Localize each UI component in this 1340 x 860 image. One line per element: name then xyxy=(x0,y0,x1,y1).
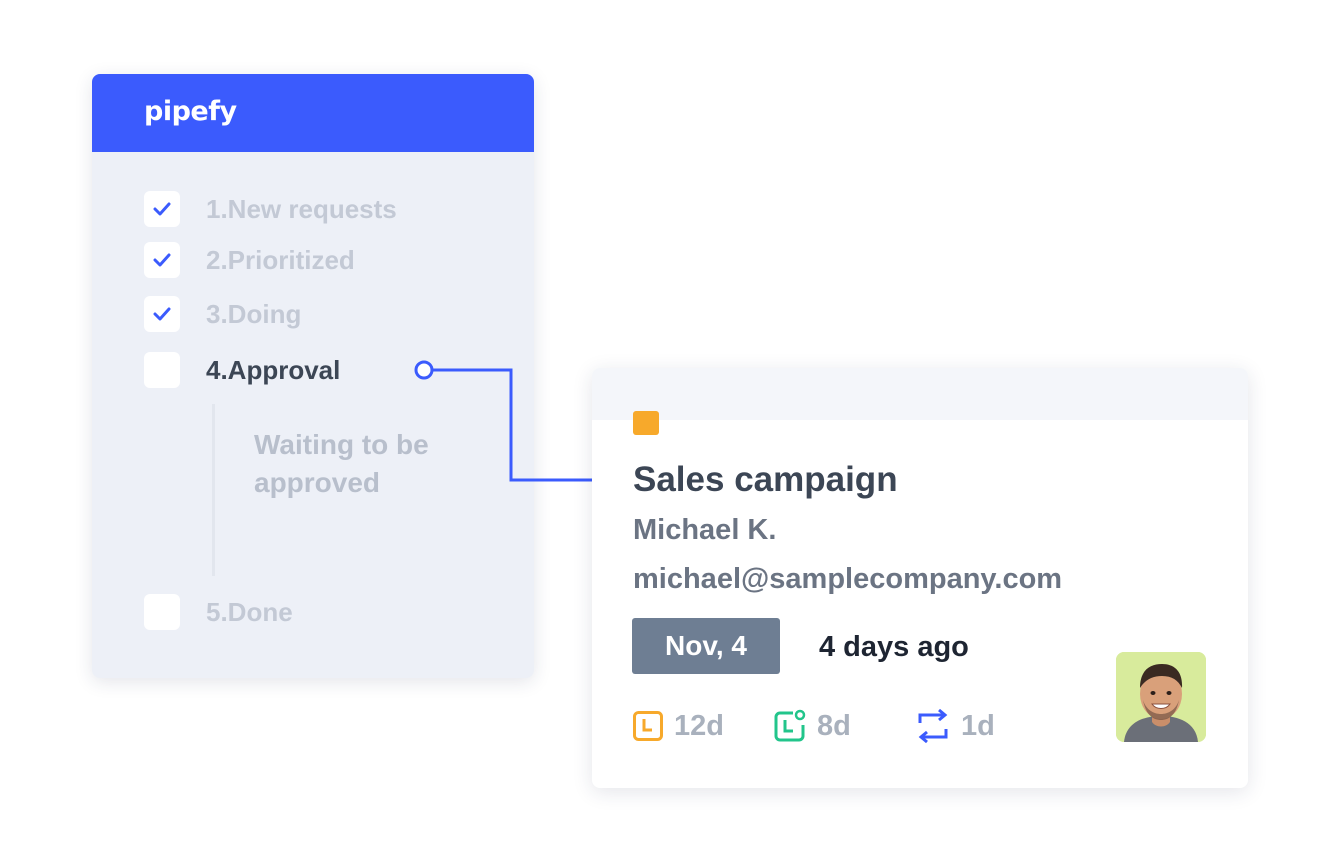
card-label-tag[interactable] xyxy=(633,411,659,435)
pipe-header: pipefy xyxy=(92,74,534,152)
phase-time-icon xyxy=(774,709,806,742)
card-title[interactable]: Sales campaign xyxy=(633,460,898,500)
card-email: michael@samplecompany.com xyxy=(633,563,1063,595)
pipefy-logo[interactable]: pipefy xyxy=(144,96,237,127)
phase-checkbox[interactable] xyxy=(144,296,180,332)
phase-checkbox[interactable] xyxy=(144,594,180,630)
assignee-avatar[interactable] xyxy=(1116,652,1206,742)
metric-value: 12d xyxy=(674,709,724,742)
repeat-icon xyxy=(918,709,948,743)
card-header-strip xyxy=(592,368,1248,420)
substatus-divider xyxy=(212,404,215,576)
relative-date: 4 days ago xyxy=(819,631,969,663)
metric-phase-time: 8d xyxy=(773,706,851,746)
phase-doing[interactable]: 3.Doing xyxy=(144,296,301,332)
phase-label: 1.New requests xyxy=(206,193,397,224)
check-icon xyxy=(153,253,171,267)
phase-label: 5.Done xyxy=(206,596,293,627)
check-icon xyxy=(153,202,171,216)
phase-approval[interactable]: 4.Approval xyxy=(144,352,340,388)
metric-cycle-time: 1d xyxy=(915,706,995,746)
user-avatar-icon xyxy=(1116,652,1206,742)
approval-substatus: Waiting to be approved xyxy=(254,429,429,498)
phase-label: 3.Doing xyxy=(206,298,302,329)
phase-prioritized[interactable]: 2.Prioritized xyxy=(144,242,355,278)
phase-checkbox[interactable] xyxy=(144,242,180,278)
phase-label: 2.Prioritized xyxy=(206,244,355,275)
phase-new-requests[interactable]: 1.New requests xyxy=(144,191,397,227)
phase-checkbox[interactable] xyxy=(144,191,180,227)
metric-value: 8d xyxy=(817,709,851,742)
phase-checkbox[interactable] xyxy=(144,352,180,388)
stage: pipefy 1.New requests 2.Prioritized 3.Do… xyxy=(0,0,1340,860)
check-icon xyxy=(153,307,171,321)
pipe-panel: pipefy 1.New requests 2.Prioritized 3.Do… xyxy=(92,74,534,678)
metric-value: 1d xyxy=(961,709,995,742)
metric-total-time: 12d xyxy=(632,706,724,746)
phase-done[interactable]: 5.Done xyxy=(144,594,293,630)
clock-icon xyxy=(633,711,663,741)
phase-label: 4.Approval xyxy=(206,354,341,385)
card[interactable]: Sales campaign Michael K. michael@sample… xyxy=(592,368,1248,788)
card-assignee: Michael K. xyxy=(633,514,777,546)
due-date-badge: Nov, 4 xyxy=(632,618,780,674)
